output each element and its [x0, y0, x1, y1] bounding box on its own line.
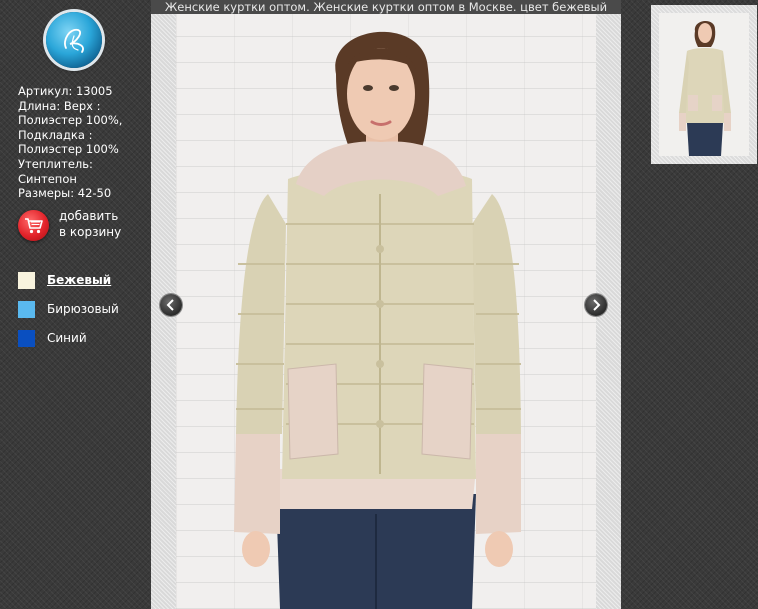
- next-image-button[interactable]: [585, 294, 607, 316]
- insulation-material-line: Синтепон: [18, 171, 77, 186]
- sizes-line: Размеры: 42-50: [18, 186, 112, 201]
- logo-monogram-icon: [64, 28, 84, 53]
- product-info: Артикул: 13005 Длина: Верх : Полиэстер 1…: [18, 84, 143, 201]
- chevron-right-icon: [593, 299, 601, 311]
- add-to-cart-label: добавить в корзину: [59, 208, 139, 240]
- model-illustration: [234, 31, 521, 609]
- add-to-cart-button[interactable]: добавить в корзину: [18, 208, 148, 242]
- add-to-cart-line-2: в корзину: [59, 225, 122, 239]
- outer-material-line: Полиэстер 100%,: [18, 113, 123, 128]
- color-option-turquoise[interactable]: Бирюзовый: [18, 301, 138, 319]
- length-line: Длина: Верх :: [18, 98, 101, 113]
- logo[interactable]: [46, 12, 102, 68]
- lining-label-line: Подкладка :: [18, 127, 93, 142]
- color-option-blue[interactable]: Синий: [18, 330, 138, 348]
- article-line: Артикул: 13005: [18, 84, 113, 98]
- insulation-label-line: Утеплитель:: [18, 156, 93, 171]
- color-label: Бирюзовый: [47, 302, 119, 316]
- prev-image-button[interactable]: [160, 294, 182, 316]
- image-caption: Женские куртки оптом. Женские куртки опт…: [151, 0, 621, 14]
- product-photo: [176, 14, 596, 609]
- thumbnail-image: [659, 13, 749, 156]
- color-label: Бежевый: [47, 273, 112, 287]
- add-to-cart-line-1: добавить: [59, 209, 119, 223]
- chevron-left-icon: [166, 299, 174, 311]
- thumbnail[interactable]: [651, 5, 757, 164]
- color-swatch: [18, 330, 35, 347]
- lining-material-line: Полиэстер 100%: [18, 142, 119, 157]
- color-swatch: [18, 272, 35, 289]
- cart-icon: [18, 210, 49, 241]
- color-label: Синий: [47, 331, 87, 345]
- color-option-beige[interactable]: Бежевый: [18, 272, 138, 290]
- color-swatch: [18, 301, 35, 318]
